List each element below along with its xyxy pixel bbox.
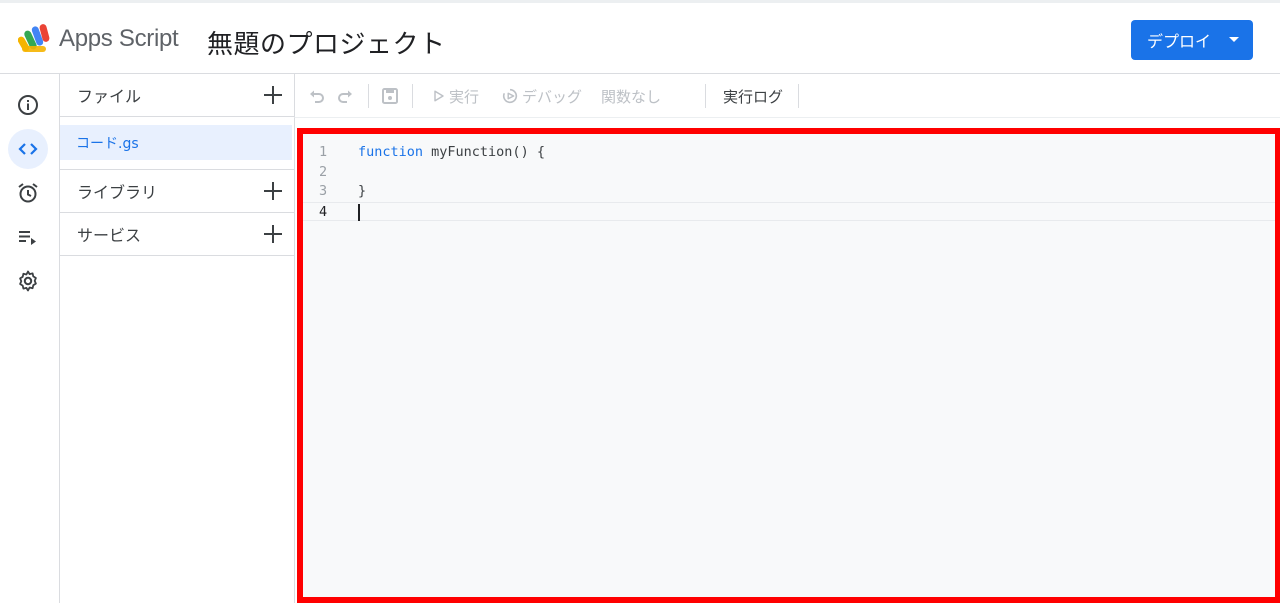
keyword-token: function: [358, 144, 424, 160]
alarm-clock-icon: [18, 183, 38, 203]
editor-area: 1 function myFunction() { 2 3 } 4: [294, 118, 1280, 603]
caret-down-icon: [1229, 37, 1239, 42]
add-service-plus-icon[interactable]: [262, 223, 284, 245]
code-line[interactable]: 2: [303, 163, 1275, 183]
toolbar-divider: [368, 84, 369, 108]
file-item-code-gs[interactable]: コード.gs: [60, 125, 292, 160]
rail-editor-button[interactable]: [8, 129, 48, 169]
debug-icon: [502, 88, 518, 104]
execution-log-button[interactable]: 実行ログ: [723, 84, 783, 108]
line-text: }: [358, 183, 367, 200]
left-nav-rail: [0, 74, 60, 603]
rail-settings-button[interactable]: [8, 261, 48, 301]
debug-label: デバッグ: [522, 87, 583, 106]
save-button[interactable]: [380, 84, 400, 108]
save-icon: [382, 88, 398, 104]
undo-icon: [310, 90, 324, 103]
libraries-header-label: ライブラリ: [77, 183, 158, 202]
code-token: myFunction() {: [423, 144, 545, 160]
file-item-label: コード.gs: [76, 135, 139, 152]
debug-button[interactable]: デバッグ: [501, 84, 582, 108]
add-library-plus-icon[interactable]: [262, 180, 284, 202]
code-line[interactable]: 3 }: [303, 182, 1275, 202]
libraries-section-header: ライブラリ: [60, 169, 294, 213]
toolbar-divider: [412, 84, 413, 108]
run-label: 実行: [449, 87, 480, 106]
function-select-value: 関数なし: [601, 87, 662, 106]
toolbar-divider: [705, 84, 706, 108]
undo-button[interactable]: [307, 84, 327, 108]
toolbar-divider: [798, 84, 799, 108]
files-header-label: ファイル: [77, 87, 142, 106]
project-title[interactable]: 無題のプロジェクト: [207, 24, 446, 61]
deploy-button[interactable]: デプロイ: [1131, 20, 1253, 60]
code-lines: 1 function myFunction() { 2 3 } 4: [303, 143, 1275, 222]
add-file-plus-icon[interactable]: [262, 84, 284, 106]
top-header: Apps Script 無題のプロジェクト デプロイ: [0, 0, 1280, 74]
code-editor[interactable]: 1 function myFunction() { 2 3 } 4: [297, 128, 1280, 603]
rail-triggers-button[interactable]: [8, 173, 48, 213]
line-number: 4: [319, 203, 328, 220]
code-line[interactable]: 1 function myFunction() {: [303, 143, 1275, 163]
redo-icon: [338, 90, 352, 103]
playlist-play-icon: [19, 231, 36, 245]
rail-executions-button[interactable]: [8, 217, 48, 257]
function-select[interactable]: 関数なし: [601, 84, 661, 108]
text-cursor: [358, 203, 360, 221]
current-code-line[interactable]: 4: [303, 201, 1275, 222]
services-section-header: サービス: [60, 213, 294, 256]
editor-toolbar: 実行 デバッグ 関数なし 実行ログ: [294, 74, 1280, 118]
execution-log-label: 実行ログ: [723, 87, 784, 106]
rail-overview-button[interactable]: [8, 85, 48, 125]
code-icon: [18, 143, 38, 155]
files-section-header: ファイル: [60, 74, 294, 117]
services-header-label: サービス: [77, 226, 142, 245]
play-icon: [434, 90, 444, 102]
files-panel: ファイル コード.gs ライブラリ サービス: [60, 74, 294, 603]
info-icon: [18, 95, 38, 115]
line-number: 1: [319, 144, 328, 160]
redo-button[interactable]: [335, 84, 355, 108]
run-button[interactable]: 実行: [431, 84, 479, 108]
line-number: 3: [319, 183, 328, 200]
app-name[interactable]: Apps Script: [59, 25, 179, 53]
deploy-label: デプロイ: [1147, 32, 1212, 51]
line-text: function myFunction() {: [358, 143, 545, 163]
apps-script-logo[interactable]: [18, 22, 52, 54]
line-number: 2: [319, 163, 328, 180]
gear-icon: [19, 270, 37, 292]
